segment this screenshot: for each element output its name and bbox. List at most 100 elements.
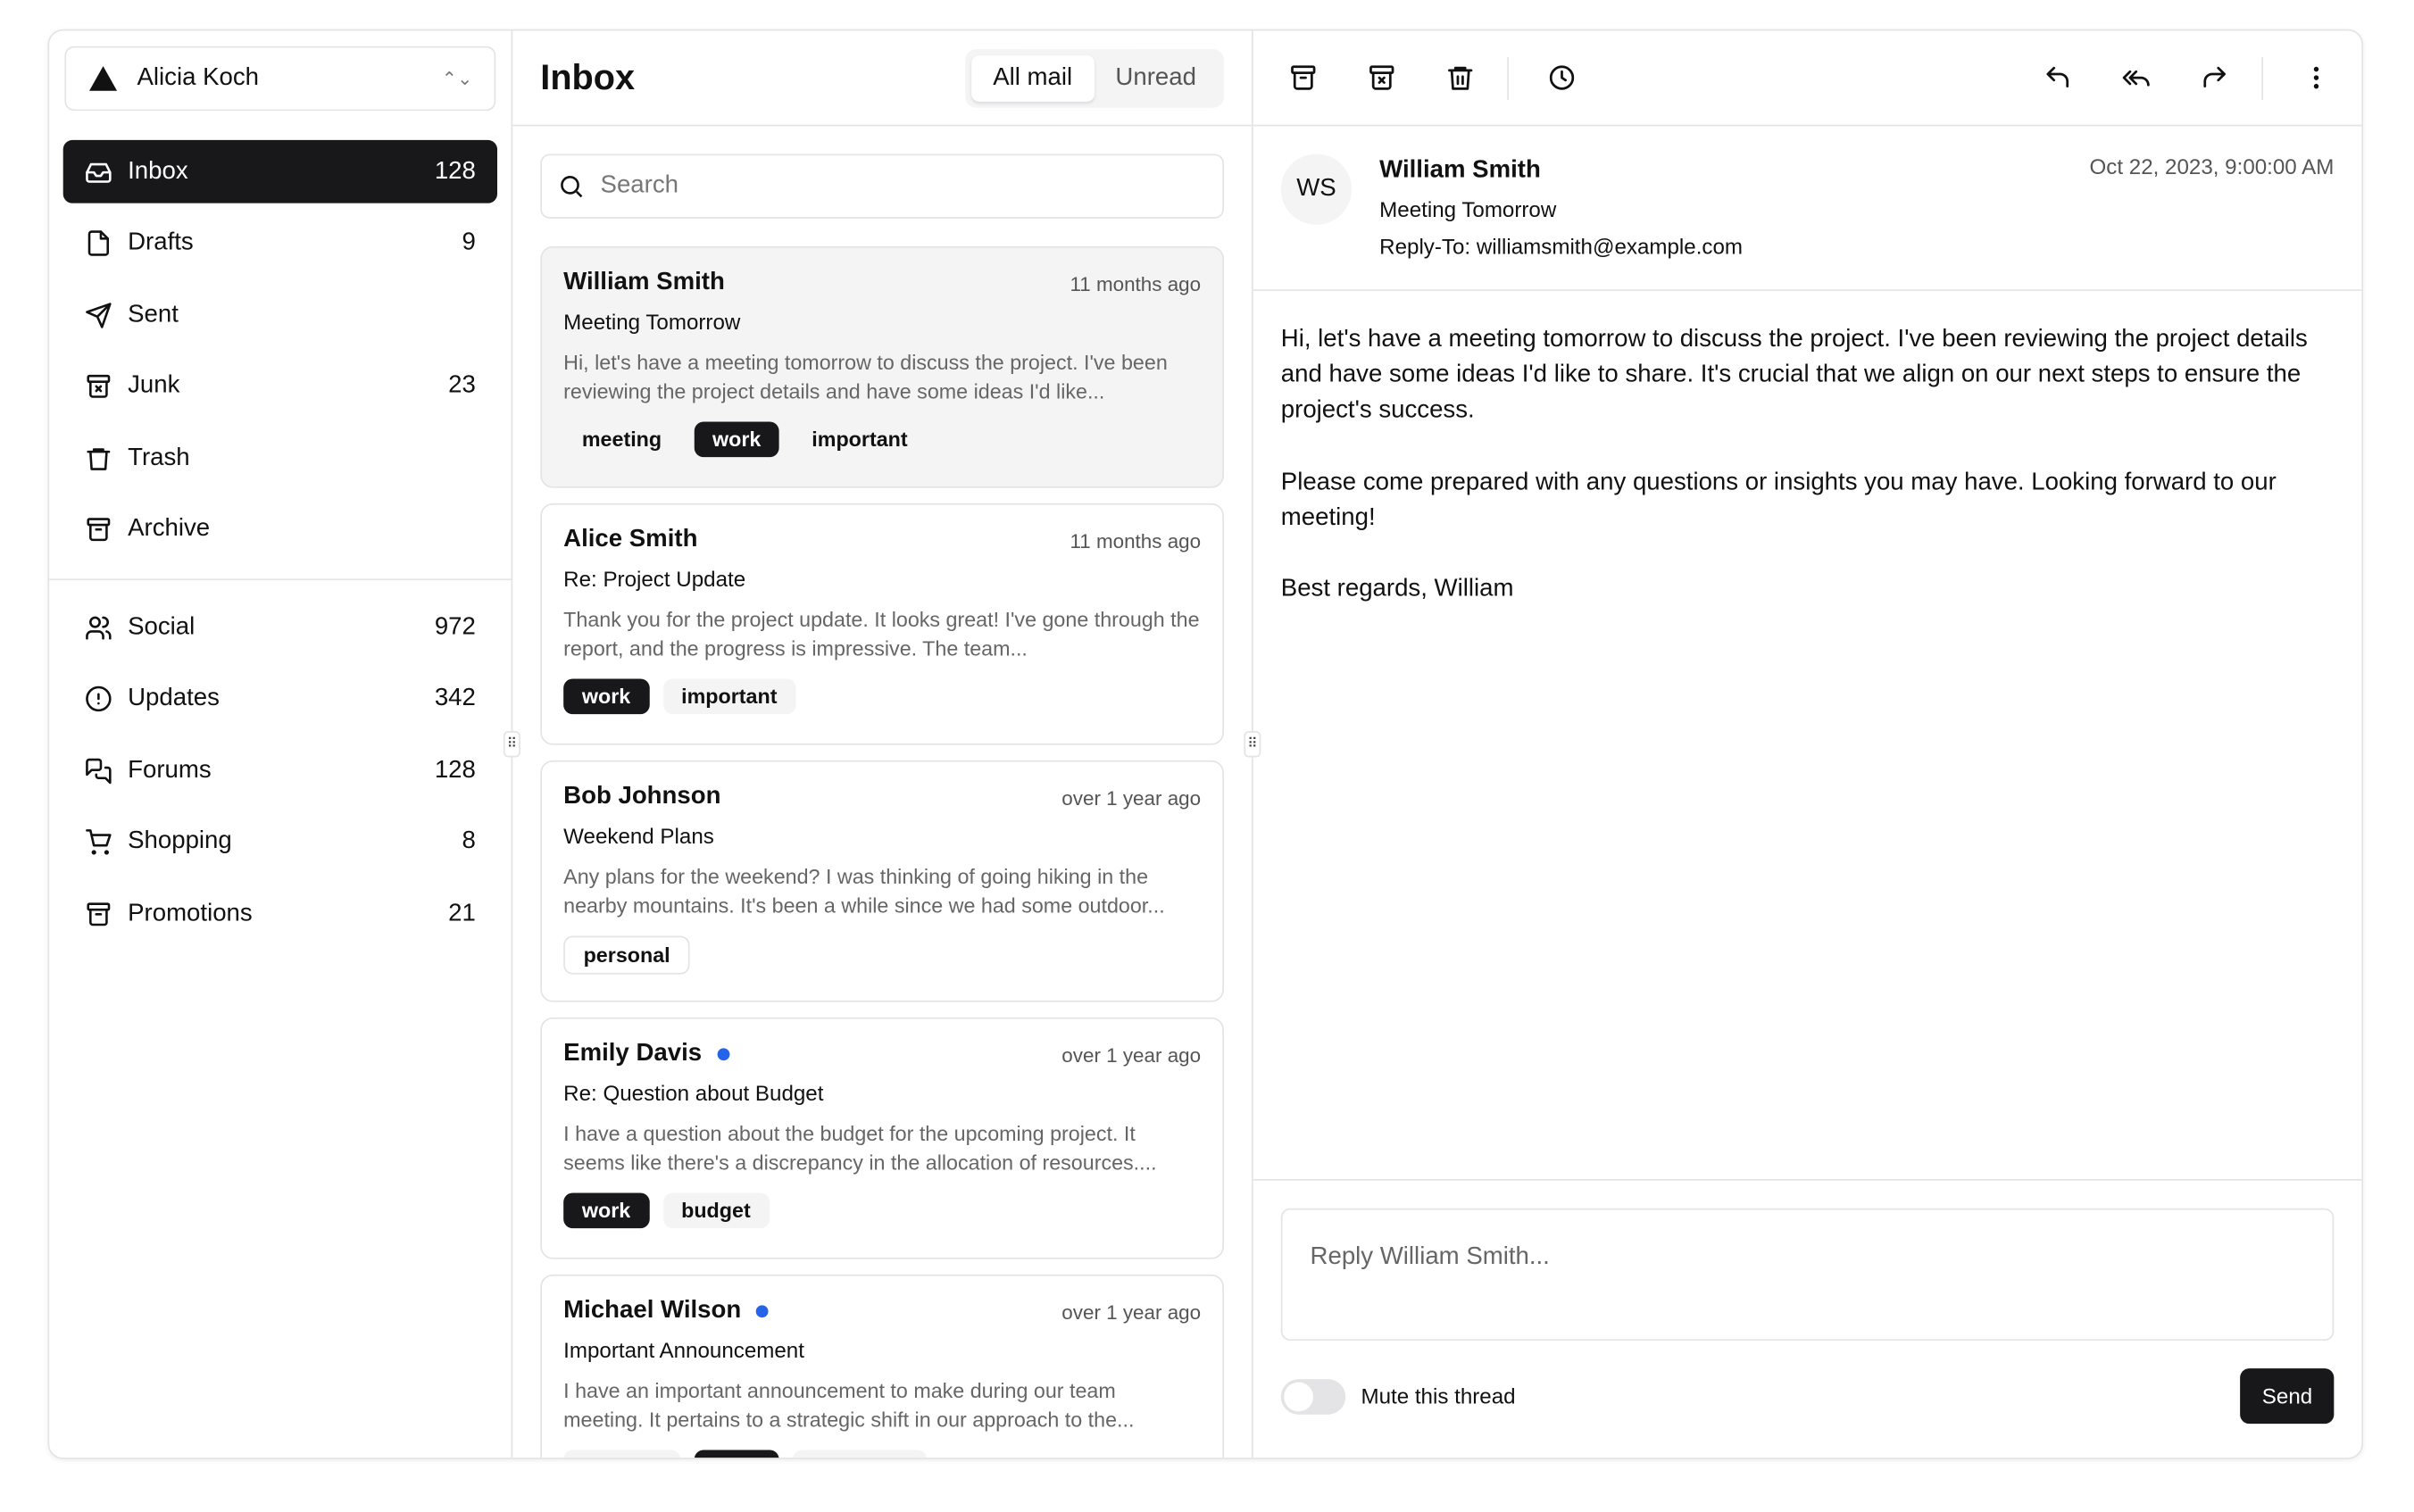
- sidebar-item-archive[interactable]: Archive: [63, 498, 497, 561]
- sidebar-item-label: Social: [128, 613, 196, 640]
- tag-badge: important: [793, 1450, 927, 1458]
- send-icon: [86, 302, 112, 328]
- account-switcher[interactable]: Alicia Koch ⌃⌄: [64, 46, 496, 112]
- reply-textarea[interactable]: Reply William Smith...: [1280, 1208, 2335, 1342]
- logo-triangle-icon: [89, 66, 118, 91]
- sidebar-item-count: 8: [462, 827, 476, 855]
- sidebar: Alicia Koch ⌃⌄ Inbox 128 Drafts 9 Sent Junk 23…: [49, 30, 513, 1458]
- sidebar-item-forums[interactable]: Forums 128: [63, 739, 497, 802]
- sidebar-item-count: 342: [434, 685, 476, 711]
- reply-to: Reply-To: williamsmith@example.com: [1379, 234, 1744, 259]
- archive-button[interactable]: [1271, 47, 1333, 109]
- file-icon: [87, 230, 110, 256]
- tag-badge: work: [563, 678, 649, 715]
- sidebar-item-social[interactable]: Social 972: [63, 595, 497, 659]
- send-button[interactable]: Send: [2240, 1368, 2335, 1425]
- mail-time: 11 months ago: [1070, 528, 1202, 552]
- sidebar-item-shopping[interactable]: Shopping 8: [63, 810, 497, 874]
- tag-badge: work: [694, 1450, 780, 1458]
- reply-button[interactable]: [2026, 47, 2087, 109]
- reply-icon: [2045, 66, 2069, 88]
- mute-toggle[interactable]: [1280, 1378, 1346, 1414]
- resize-handle[interactable]: ⠿: [1244, 731, 1261, 758]
- unread-dot-icon: [717, 1048, 730, 1061]
- inbox-icon: [86, 162, 112, 182]
- mail-filter-tabs: All mail Unread: [965, 48, 1224, 107]
- reply-all-button[interactable]: [2104, 47, 2166, 109]
- cart-icon: [86, 829, 112, 855]
- sidebar-item-drafts[interactable]: Drafts 9: [63, 212, 497, 275]
- archive-x-icon: [1369, 65, 1394, 90]
- users-icon: [86, 615, 112, 639]
- snooze-button[interactable]: [1530, 47, 1592, 109]
- page-title: Inbox: [540, 56, 636, 97]
- tag-badge: work: [694, 421, 780, 458]
- clock-icon: [1548, 65, 1574, 90]
- message-date: Oct 22, 2023, 9:00:00 AM: [2089, 154, 2335, 179]
- sidebar-item-promotions[interactable]: Promotions 21: [63, 882, 497, 945]
- sidebar-item-count: 128: [434, 157, 476, 185]
- mail-sender: Emily Davis: [563, 1040, 703, 1068]
- sidebar-item-label: Sent: [128, 301, 179, 328]
- sidebar-item-label: Junk: [128, 372, 180, 399]
- tab-unread[interactable]: Unread: [1094, 54, 1218, 101]
- sidebar-item-trash[interactable]: Trash: [63, 427, 497, 490]
- mail-list-item[interactable]: Alice Smith 11 months ago Re: Project Upd…: [540, 503, 1224, 745]
- unread-dot-icon: [756, 1305, 770, 1318]
- detail-toolbar: [1253, 30, 2362, 127]
- mail-subject: Meeting Tomorrow: [563, 309, 741, 335]
- message-body: Hi, let's have a meeting tomorrow to dis…: [1280, 326, 2308, 603]
- sidebar-item-label: Shopping: [128, 827, 232, 855]
- trash-icon: [1447, 66, 1472, 90]
- mail-time: 11 months ago: [1070, 271, 1202, 295]
- nav-primary: Inbox 128 Drafts 9 Sent Junk 23 Trash Archive: [49, 125, 511, 586]
- sidebar-item-count: 23: [448, 372, 476, 399]
- mail-subject: Re: Question about Budget: [563, 1080, 824, 1106]
- mute-label: Mute this thread: [1361, 1383, 1516, 1408]
- resize-handle[interactable]: ⠿: [503, 731, 520, 758]
- tag-badge: important: [662, 678, 796, 715]
- sidebar-item-inbox[interactable]: Inbox 128: [62, 139, 498, 204]
- nav-secondary: Social 972 Updates 342 Forums 128 Shopping 8 Pro…: [49, 580, 511, 968]
- mail-time: over 1 year ago: [1061, 1043, 1202, 1067]
- search-input[interactable]: Search: [540, 154, 1224, 219]
- mail-preview: Any plans for the weekend? I was thinkin…: [563, 865, 1165, 917]
- sidebar-item-label: Drafts: [128, 228, 194, 256]
- mail-list-item[interactable]: William Smith 11 months ago Meeting Tomor…: [540, 245, 1224, 488]
- mail-list-item[interactable]: Emily Davis over 1 year ago Re: Question …: [540, 1017, 1224, 1259]
- mail-preview: I have a question about the budget for t…: [563, 1122, 1157, 1174]
- trash-icon: [87, 447, 111, 469]
- reply-all-icon: [2121, 70, 2149, 87]
- mail-sender: Michael Wilson: [563, 1297, 742, 1325]
- mail-preview: Hi, let's have a meeting tomorrow to dis…: [563, 351, 1168, 403]
- sidebar-item-updates[interactable]: Updates 342: [63, 668, 497, 731]
- mail-list-item[interactable]: Bob Johnson over 1 year ago Weekend Plans…: [540, 760, 1224, 1002]
- more-button[interactable]: [2285, 47, 2346, 109]
- search-icon: [561, 176, 583, 198]
- sidebar-item-junk[interactable]: Junk 23: [63, 354, 497, 418]
- alert-circle-icon: [86, 685, 112, 712]
- mail-subject: Important Announcement: [563, 1337, 804, 1363]
- message-header: WS William Smith Meeting Tomorrow Reply-…: [1253, 126, 2362, 291]
- mail-list-item[interactable]: Michael Wilson over 1 year ago Important …: [540, 1274, 1224, 1458]
- mail-time: over 1 year ago: [1061, 1300, 1202, 1324]
- tag-badge: important: [793, 421, 927, 458]
- chevrons-up-down-icon: ⌃⌄: [441, 67, 473, 90]
- archive-icon: [87, 518, 111, 542]
- sender-name: William Smith: [1379, 156, 1541, 184]
- sidebar-item-count: 9: [462, 228, 476, 256]
- sidebar-item-count: 128: [434, 756, 476, 783]
- archive-icon: [87, 901, 111, 926]
- sidebar-item-sent[interactable]: Sent: [63, 283, 497, 346]
- tab-all-mail[interactable]: All mail: [971, 54, 1095, 101]
- move-to-junk-button[interactable]: [1350, 47, 1411, 109]
- forward-button[interactable]: [2183, 47, 2244, 109]
- mail-time: over 1 year ago: [1061, 785, 1202, 810]
- mail-subject: Re: Project Update: [563, 566, 746, 592]
- mail-list: William Smith 11 months ago Meeting Tomor…: [512, 219, 1252, 1458]
- trash-button[interactable]: [1428, 47, 1490, 109]
- mail-sender: Bob Johnson: [563, 783, 721, 810]
- sidebar-item-label: Promotions: [128, 899, 253, 926]
- mail-sender: William Smith: [563, 269, 725, 296]
- sidebar-item-count: 972: [434, 613, 476, 640]
